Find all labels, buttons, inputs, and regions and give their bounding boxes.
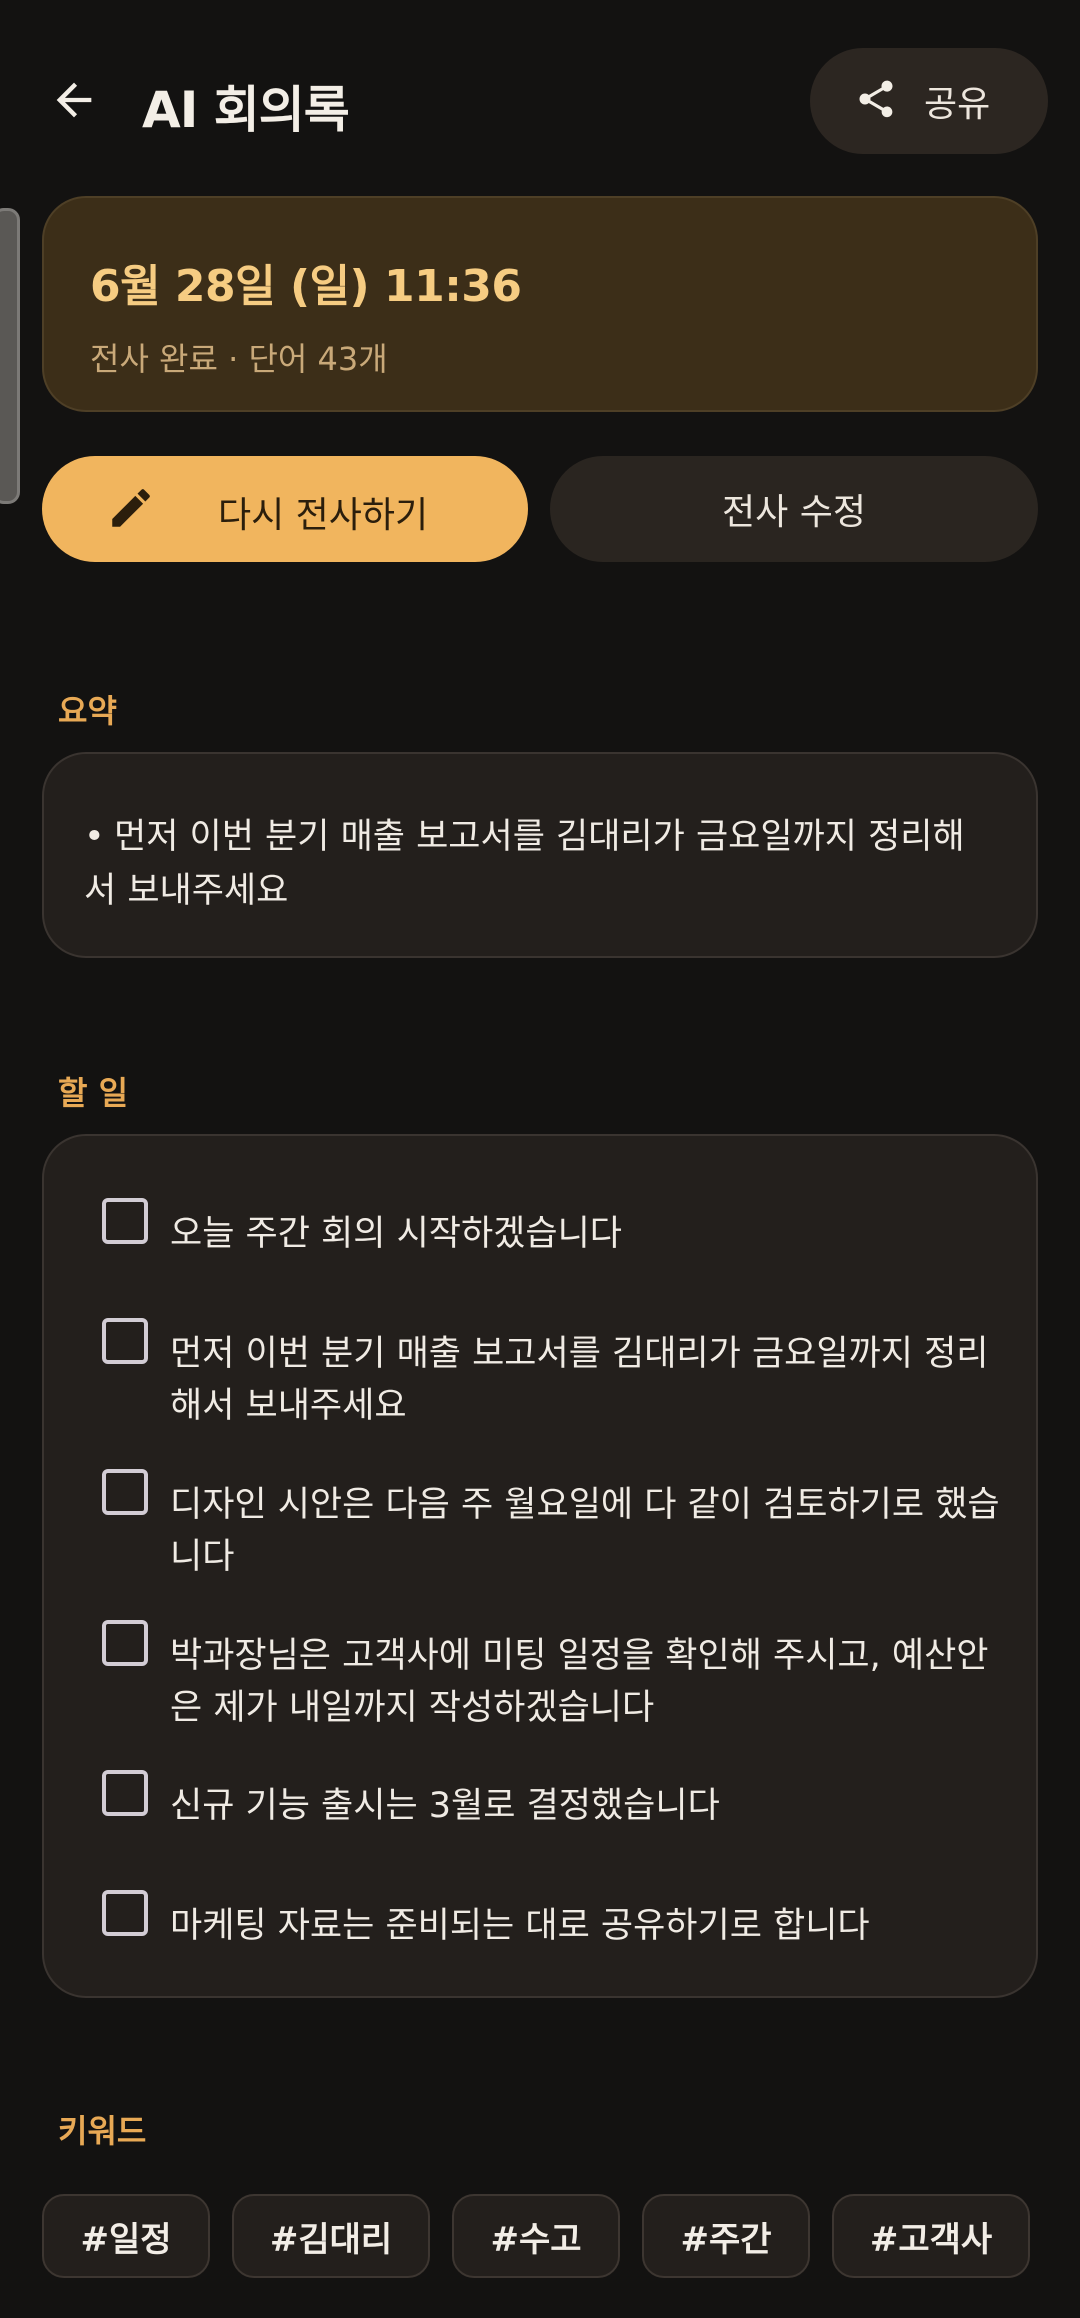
todo-card: 오늘 주간 회의 시작하겠습니다 먼저 이번 분기 매출 보고서를 김대리가 금… [42, 1134, 1038, 1998]
todo-text: 오늘 주간 회의 시작하겠습니다 [170, 1214, 622, 1254]
todo-text: 먼저 이번 분기 매출 보고서를 김대리가 금요일까지 정리해서 보내주세요 [170, 1334, 989, 1426]
back-button[interactable] [40, 68, 108, 136]
todo-text: 신규 기능 출시는 3월로 결정했습니다 [170, 1786, 720, 1826]
transcription-status: 전사 완료 · 단어 43개 [90, 340, 388, 378]
todo-text: 디자인 시안은 다음 주 월요일에 다 같이 검토하기로 했습니다 [170, 1485, 1000, 1577]
arrow-left-icon [48, 74, 100, 130]
edit-transcript-label: 전사 수정 [722, 492, 866, 533]
keyword-chip-list: #일정 #김대리 #수고 #주간 #고객사 [42, 2194, 1042, 2278]
todo-checkbox[interactable] [102, 1198, 148, 1244]
recording-info-card: 6월 28일 (일) 11:36 전사 완료 · 단어 43개 [42, 196, 1038, 412]
bullet: • [84, 817, 105, 857]
share-label: 공유 [924, 84, 991, 125]
page-title: AI 회의록 [142, 81, 350, 139]
keyword-chip[interactable]: #일정 [42, 2194, 210, 2278]
todo-checkbox[interactable] [102, 1318, 148, 1364]
keyword-chip[interactable]: #김대리 [232, 2194, 430, 2278]
summary-card: • 먼저 이번 분기 매출 보고서를 김대리가 금요일까지 정리해서 보내주세요 [42, 752, 1038, 958]
keyword-chip[interactable]: #주간 [642, 2194, 810, 2278]
summary-heading: 요약 [58, 692, 117, 730]
pencil-icon [106, 483, 156, 537]
keyword-chip[interactable]: #고객사 [832, 2194, 1030, 2278]
summary-item: • 먼저 이번 분기 매출 보고서를 김대리가 금요일까지 정리해서 보내주세요 [84, 810, 996, 918]
share-icon [854, 77, 898, 125]
todo-heading: 할 일 [58, 1074, 129, 1112]
recording-datetime: 6월 28일 (일) 11:36 [90, 261, 522, 312]
todo-checkbox[interactable] [102, 1469, 148, 1515]
summary-item-text: 먼저 이번 분기 매출 보고서를 김대리가 금요일까지 정리해서 보내주세요 [84, 817, 965, 911]
todo-text: 박과장님은 고객사에 미팅 일정을 확인해 주시고, 예산안은 제가 내일까지 … [170, 1636, 989, 1728]
keywords-heading: 키워드 [58, 2112, 147, 2150]
todo-checkbox[interactable] [102, 1770, 148, 1816]
retranscribe-label: 다시 전사하기 [218, 495, 429, 536]
keyword-chip[interactable]: #수고 [452, 2194, 620, 2278]
todo-checkbox[interactable] [102, 1890, 148, 1936]
retranscribe-button[interactable]: 다시 전사하기 [42, 456, 528, 562]
meeting-notes-screen: AI 회의록 공유 6월 28일 (일) 11:36 전사 완료 · 단어 43… [0, 0, 1080, 2318]
todo-text: 마케팅 자료는 준비되는 대로 공유하기로 합니다 [170, 1906, 870, 1946]
side-drawer-handle[interactable] [0, 208, 20, 504]
edit-transcript-button[interactable]: 전사 수정 [550, 456, 1038, 562]
app-header: AI 회의록 공유 [0, 0, 1080, 205]
todo-checkbox[interactable] [102, 1620, 148, 1666]
share-button[interactable]: 공유 [810, 48, 1048, 154]
